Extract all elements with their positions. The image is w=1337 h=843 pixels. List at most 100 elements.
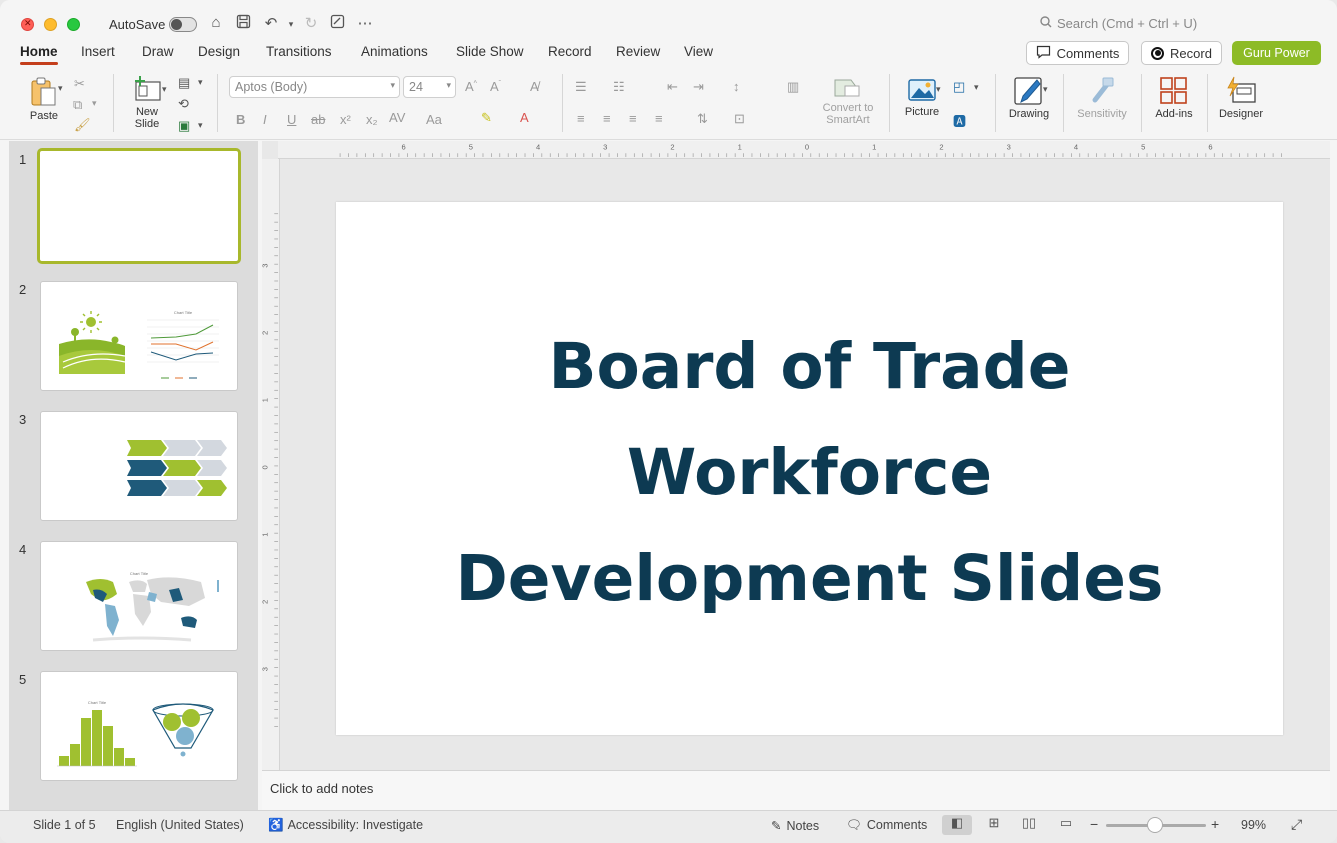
section-dropdown-icon[interactable]: ▾ (198, 120, 203, 131)
text-direction-icon[interactable]: ⇅ (697, 111, 708, 127)
shapes-dropdown-icon[interactable]: ▾ (974, 82, 979, 93)
addins-button[interactable]: Add-ins (1150, 76, 1198, 120)
underline-icon[interactable]: U (287, 112, 296, 127)
more-icon[interactable]: ⋯ (355, 14, 375, 32)
slideshow-view-button[interactable]: ▭ (1051, 815, 1081, 835)
zoom-out-icon[interactable]: − (1090, 816, 1098, 832)
tab-insert[interactable]: Insert (81, 44, 115, 59)
comments-toggle[interactable]: 🗨 Comments (846, 818, 927, 833)
tab-home[interactable]: Home (20, 44, 58, 65)
bold-icon[interactable]: B (236, 112, 245, 127)
strikethrough-icon[interactable]: ab (311, 112, 325, 127)
undo-icon[interactable]: ↶ (261, 14, 281, 32)
guru-power-button[interactable]: Guru Power (1232, 41, 1321, 65)
customize-icon[interactable] (327, 14, 347, 33)
columns-icon[interactable]: ▥ (787, 79, 799, 95)
font-color-icon[interactable]: A (520, 110, 529, 125)
tab-draw[interactable]: Draw (142, 44, 174, 59)
tab-review[interactable]: Review (616, 44, 660, 59)
fit-slide-icon[interactable]: ⤢ (1291, 816, 1302, 833)
save-icon[interactable] (233, 14, 253, 33)
picture-dropdown-icon[interactable]: ▾ (936, 84, 941, 95)
reset-icon[interactable]: ⟲ (178, 96, 189, 112)
language-status[interactable]: English (United States) (116, 818, 244, 832)
notes-placeholder: Click to add notes (270, 781, 374, 796)
font-size-select[interactable]: 24 ▾ (403, 76, 456, 98)
align-text-icon[interactable]: ⊡ (734, 111, 745, 127)
shapes-icon[interactable]: ◰ (953, 79, 965, 95)
slide-thumbnail-4[interactable]: Chart Title (40, 541, 238, 651)
line-spacing-icon[interactable]: ↕ (733, 79, 740, 94)
new-slide-dropdown-icon[interactable]: ▾ (162, 84, 167, 95)
tab-animations[interactable]: Animations (361, 44, 428, 59)
increase-font-icon[interactable]: A^ (465, 79, 477, 94)
layout-icon[interactable]: ▤ (178, 75, 190, 91)
comments-button[interactable]: Comments (1026, 41, 1129, 65)
reading-view-button[interactable]: ▯▯ (1014, 815, 1044, 835)
subscript-icon[interactable]: x₂ (366, 112, 378, 127)
zoom-window-button[interactable] (67, 18, 80, 31)
slide-thumbnail-5[interactable]: Chart Title (40, 671, 238, 781)
highlight-icon[interactable]: ✎ (481, 110, 492, 126)
align-right-icon[interactable]: ≡ (629, 111, 637, 126)
close-window-button[interactable] (21, 18, 34, 31)
slide-title[interactable]: Board of Trade Workforce Development Sli… (336, 314, 1283, 632)
decrease-font-icon[interactable]: Aˇ (490, 79, 501, 94)
designer-button[interactable]: Designer (1214, 76, 1268, 120)
zoom-slider-thumb[interactable] (1147, 817, 1163, 833)
record-button[interactable]: Record (1141, 41, 1222, 65)
zoom-in-icon[interactable]: + (1211, 816, 1219, 832)
tab-record[interactable]: Record (548, 44, 592, 59)
textbox-icon[interactable]: 🅰 (953, 111, 966, 130)
change-case-icon[interactable]: Aa (426, 112, 442, 127)
autosave-toggle[interactable] (169, 17, 197, 32)
tab-design[interactable]: Design (198, 44, 240, 59)
superscript-icon[interactable]: x² (340, 112, 351, 127)
search-box[interactable]: Search (Cmd + Ctrl + U) (1040, 16, 1320, 36)
bullets-icon[interactable]: ☰ (575, 79, 587, 95)
layout-dropdown-icon[interactable]: ▾ (198, 77, 203, 88)
align-center-icon[interactable]: ≡ (603, 111, 611, 126)
cut-icon[interactable]: ✂ (74, 76, 85, 92)
justify-icon[interactable]: ≡ (655, 111, 663, 126)
font-name-select[interactable]: Aptos (Body) ▾ (229, 76, 400, 98)
ribbon-separator (995, 74, 996, 132)
copy-dropdown-icon[interactable]: ▾ (92, 98, 97, 109)
home-icon[interactable]: ⌂ (206, 14, 226, 31)
picture-button[interactable]: Picture (900, 76, 944, 118)
tab-transitions[interactable]: Transitions (266, 44, 332, 59)
section-icon[interactable]: ▣ (178, 118, 190, 134)
tab-slide-show[interactable]: Slide Show (456, 44, 524, 59)
accessibility-status[interactable]: ♿ Accessibility: Investigate (268, 818, 423, 833)
notes-toggle[interactable]: ✎ Notes (771, 818, 819, 833)
sensitivity-button[interactable]: Sensitivity (1072, 76, 1132, 120)
slide-thumbnails-pane[interactable]: 1 2 Chart Title 3 4 Chart Title 5 Chart … (9, 141, 258, 810)
slide-thumbnail-1[interactable] (37, 148, 241, 264)
tab-view[interactable]: View (684, 44, 713, 59)
undo-dropdown-icon[interactable]: ▾ (281, 19, 301, 30)
format-painter-icon[interactable]: 🖌 (74, 117, 91, 133)
slide-thumbnail-3[interactable] (40, 411, 238, 521)
drawing-dropdown-icon[interactable]: ▾ (1043, 84, 1048, 95)
slide-sorter-button[interactable]: ⊞ (979, 815, 1009, 835)
italic-icon[interactable]: I (263, 112, 267, 127)
normal-view-button[interactable]: ◧ (942, 815, 972, 835)
clear-formatting-icon[interactable]: A̸ (530, 79, 539, 94)
minimize-window-button[interactable] (44, 18, 57, 31)
zoom-level[interactable]: 99% (1241, 818, 1266, 832)
convert-smartart-button[interactable]: Convert to SmartArt (818, 76, 878, 126)
decrease-indent-icon[interactable]: ⇤ (667, 79, 678, 95)
character-spacing-icon[interactable]: AV (389, 110, 405, 125)
align-left-icon[interactable]: ≡ (577, 111, 585, 126)
numbering-icon[interactable]: ☷ (613, 79, 625, 95)
ruler-label: 3 (262, 264, 270, 268)
slide-thumbnail-2[interactable]: Chart Title (40, 281, 238, 391)
increase-indent-icon[interactable]: ⇥ (693, 79, 704, 95)
slide-canvas[interactable]: Board of Trade Workforce Development Sli… (336, 202, 1283, 735)
drawing-button[interactable]: Drawing (1005, 76, 1053, 120)
notes-pane[interactable]: Click to add notes (262, 770, 1330, 810)
designer-label: Designer (1218, 108, 1264, 120)
redo-icon[interactable]: ↻ (301, 14, 321, 32)
paste-dropdown-icon[interactable]: ▾ (58, 83, 63, 94)
copy-icon[interactable]: ⧉ (73, 97, 82, 113)
